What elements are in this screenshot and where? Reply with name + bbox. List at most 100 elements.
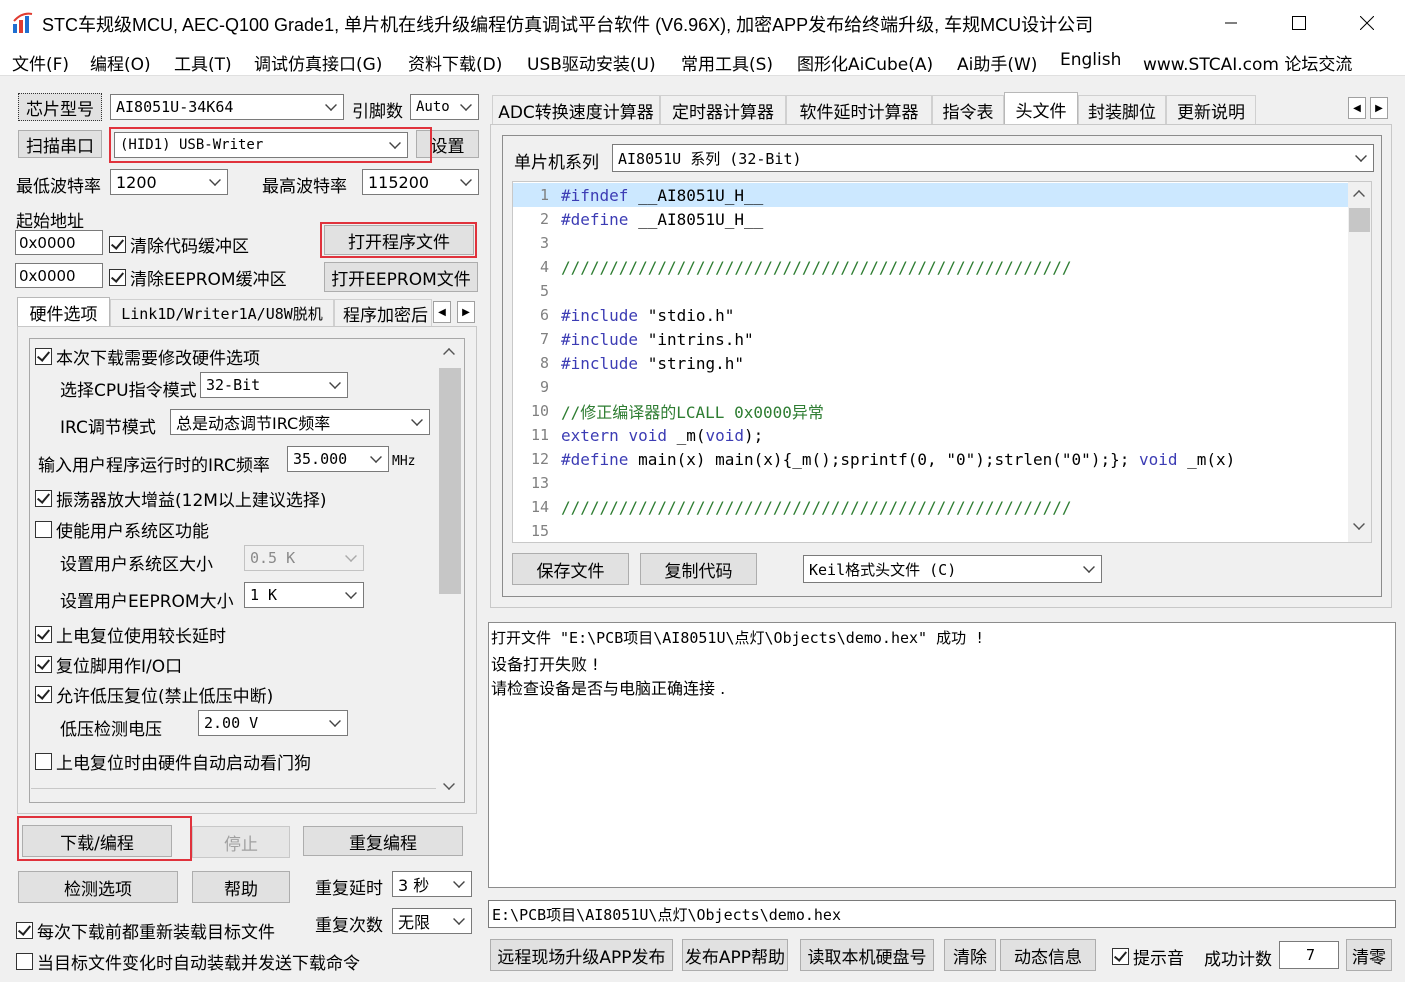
close-button[interactable] (1344, 0, 1390, 46)
start-address-label: 起始地址 (16, 212, 84, 232)
user-sys-checkbox[interactable]: 使能用户系统区功能 (35, 517, 209, 542)
tab-timer-calculator[interactable]: 定时器计算器 (660, 95, 786, 125)
code-line: 11 extern void _m(void); (513, 423, 1351, 447)
max-baud-select[interactable]: 115200 (362, 169, 479, 195)
checkbox-icon (35, 521, 52, 538)
scan-port-button[interactable]: 扫描串口 (18, 130, 102, 158)
clear-log-button[interactable]: 清除 (944, 939, 996, 971)
remote-upgrade-button[interactable]: 远程现场升级APP发布 (490, 939, 673, 971)
irc-mode-label: IRC调节模式 (60, 418, 156, 438)
series-select[interactable]: AI8051U 系列 (32-Bit) (612, 144, 1374, 172)
scrollbar-thumb[interactable] (1349, 208, 1370, 232)
user-eeprom-select[interactable]: 1 K (244, 582, 364, 608)
menu-download-docs[interactable]: 资料下载(D) (408, 50, 502, 75)
tab-release-notes[interactable]: 更新说明 (1166, 95, 1256, 125)
app-icon (13, 12, 33, 33)
menu-debug[interactable]: 调试仿真接口(G) (254, 50, 382, 75)
dynamic-info-button[interactable]: 动态信息 (1000, 939, 1096, 971)
tab-instruction-table[interactable]: 指令表 (932, 95, 1004, 125)
repeat-program-button[interactable]: 重复编程 (303, 826, 463, 856)
file-path-field[interactable]: E:\PCB项目\AI8051U\点灯\Objects\demo.hex (488, 900, 1396, 928)
chip-model-button[interactable]: 芯片型号 (18, 93, 102, 121)
chevron-down-icon (329, 715, 341, 727)
menu-tools[interactable]: 工具(T) (174, 50, 232, 75)
detect-options-button[interactable]: 检测选项 (18, 871, 178, 903)
tab-offline-writer[interactable]: Link1D/Writer1A/U8W脱机 (110, 299, 334, 327)
clear-code-checkbox[interactable]: 清除代码缓冲区 (109, 232, 249, 257)
minimize-button[interactable] (1208, 0, 1254, 46)
options-scrollbar[interactable] (437, 340, 464, 802)
code-line: 9 (513, 375, 1351, 399)
chip-model-select[interactable]: AI8051U-34K64 (110, 94, 344, 120)
repeat-count-select[interactable]: 无限 (392, 908, 472, 934)
menu-forum[interactable]: www.STCAI.com 论坛交流 (1143, 50, 1352, 75)
min-baud-select[interactable]: 1200 (110, 169, 228, 195)
menu-file[interactable]: 文件(F) (12, 50, 69, 75)
lvr-checkbox[interactable]: 允许低压复位(禁止低压中断) (35, 682, 273, 707)
menu-usb-driver[interactable]: USB驱动安装(U) (527, 50, 656, 75)
pin-count-select[interactable]: Auto (410, 94, 479, 120)
code-text: #define main(x) main(x){_m();sprintf(0, … (561, 449, 1236, 469)
irc-freq-unit: MHz (392, 454, 416, 469)
lvd-select[interactable]: 2.00 V (198, 710, 348, 736)
osc-gain-checkbox[interactable]: 振荡器放大增益(12M以上建议选择) (35, 486, 327, 511)
reload-before-checkbox[interactable]: 每次下载前都重新装载目标文件 (16, 918, 275, 943)
irc-freq-label: 输入用户程序运行时的IRC频率 (38, 456, 270, 476)
tab-hardware-options[interactable]: 硬件选项 (17, 297, 110, 327)
close-icon (1360, 16, 1374, 30)
code-viewer[interactable]: 1 #ifndef __AI8051U_H__ 2 #define __AI8051U… (512, 181, 1372, 543)
cpu-mode-select[interactable]: 32-Bit (200, 372, 348, 398)
reset-count-button[interactable]: 清零 (1346, 939, 1392, 971)
modify-hw-checkbox[interactable]: 本次下载需要修改硬件选项 (35, 344, 260, 369)
irc-freq-select[interactable]: 35.000 (287, 446, 389, 472)
tab-delay-calculator[interactable]: 软件延时计算器 (786, 95, 932, 125)
long-delay-checkbox[interactable]: 上电复位使用较长延时 (35, 622, 226, 647)
menu-aicube[interactable]: 图形化AiCube(A) (797, 50, 933, 75)
chevron-down-icon (1353, 518, 1365, 530)
tab-encryption[interactable]: 程序加密后 (334, 299, 432, 327)
wdt-checkbox[interactable]: 上电复位时由硬件自动启动看门狗 (35, 749, 311, 774)
help-button[interactable]: 帮助 (192, 871, 290, 903)
save-file-button[interactable]: 保存文件 (512, 553, 629, 585)
tab-package-pins[interactable]: 封装脚位 (1078, 95, 1166, 125)
right-tab-scroll-right[interactable]: ▶ (1370, 97, 1388, 119)
beep-checkbox[interactable]: 提示音 (1112, 944, 1184, 969)
read-disk-id-button[interactable]: 读取本机硬盘号 (800, 939, 934, 971)
code-scrollbar[interactable] (1348, 182, 1371, 542)
code-line: 6 #include "stdio.h" (513, 303, 1351, 327)
auto-reload-checkbox[interactable]: 当目标文件变化时自动装载并发送下载命令 (16, 949, 360, 974)
tab-adc-calculator[interactable]: ADC转换速度计算器 (492, 95, 660, 125)
repeat-delay-select[interactable]: 3 秒 (392, 871, 472, 897)
stop-button[interactable]: 停止 (192, 826, 290, 858)
menu-english[interactable]: English (1060, 50, 1121, 70)
chevron-down-icon (411, 414, 423, 426)
publish-help-button[interactable]: 发布APP帮助 (682, 939, 788, 971)
port-settings-button[interactable]: 设置 (416, 130, 479, 158)
menu-program[interactable]: 编程(O) (90, 50, 151, 75)
scrollbar-thumb[interactable] (439, 368, 461, 594)
tab-scroll-left[interactable]: ◀ (433, 301, 451, 323)
log-line: 打开文件 "E:\PCB项目\AI8051U\点灯\Objects\demo.h… (491, 629, 985, 647)
clear-eeprom-checkbox[interactable]: 清除EEPROM缓冲区 (109, 265, 287, 290)
output-log[interactable] (488, 622, 1396, 888)
right-tab-scroll-left[interactable]: ◀ (1348, 97, 1366, 119)
menu-ai-assistant[interactable]: Ai助手(W) (957, 50, 1037, 75)
maximize-button[interactable] (1276, 0, 1322, 46)
header-format-select[interactable]: Keil格式头文件 (C) (803, 555, 1102, 583)
reset-io-checkbox[interactable]: 复位脚用作I/O口 (35, 652, 182, 677)
menu-common-tools[interactable]: 常用工具(S) (681, 50, 773, 75)
tab-scroll-right[interactable]: ▶ (457, 301, 475, 323)
irc-mode-select[interactable]: 总是动态调节IRC频率 (170, 409, 430, 435)
copy-code-button[interactable]: 复制代码 (640, 553, 757, 585)
open-program-button[interactable]: 打开程序文件 (324, 225, 474, 255)
tab-header-file[interactable]: 头文件 (1004, 92, 1078, 126)
code-address-input[interactable]: 0x0000 (15, 230, 103, 255)
port-select[interactable]: (HID1) USB-Writer (114, 132, 408, 158)
checkbox-icon (35, 490, 52, 507)
checkbox-icon (35, 656, 52, 673)
line-number: 2 (539, 210, 549, 228)
download-button[interactable]: 下载/编程 (22, 825, 172, 857)
open-eeprom-button[interactable]: 打开EEPROM文件 (324, 262, 478, 292)
eeprom-address-input[interactable]: 0x0000 (15, 263, 103, 288)
user-sys-size-select[interactable]: 0.5 K (244, 545, 364, 571)
